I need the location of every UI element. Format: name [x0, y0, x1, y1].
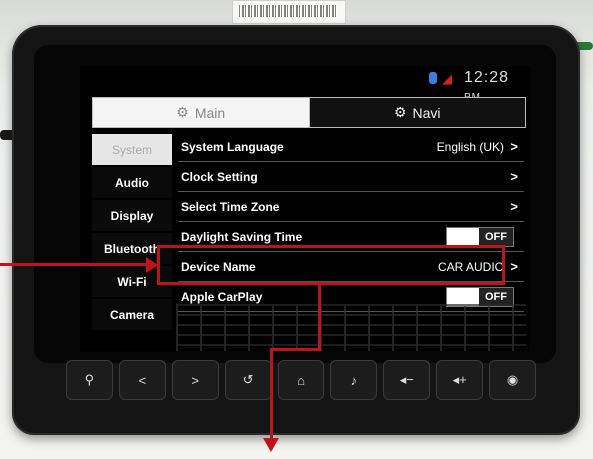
volume-up-button[interactable]: ◂+	[436, 360, 484, 400]
bluetooth-icon	[429, 72, 437, 84]
back-button[interactable]: ↺	[224, 360, 272, 400]
annotation-line	[270, 348, 273, 440]
power-button[interactable]: ◉	[489, 360, 537, 400]
setting-label: Daylight Saving Time	[181, 229, 303, 244]
power-icon: ◉	[506, 372, 519, 387]
setting-label: Select Time Zone	[181, 199, 280, 214]
settings-sidebar: System Audio Display Bluetooth Wi-Fi Cam…	[92, 134, 172, 332]
home-icon: ⌂	[297, 372, 305, 388]
sidebar-item-label: System	[111, 142, 152, 157]
volume-up-icon: ◂+	[452, 372, 467, 387]
volume-down-button[interactable]: ◂−	[383, 360, 431, 400]
setting-clock[interactable]: Clock Setting >	[178, 162, 524, 192]
chevron-right-icon: >	[510, 259, 518, 274]
back-icon: ↺	[242, 372, 254, 387]
sidebar-item-audio[interactable]: Audio	[92, 167, 172, 198]
tab-bar: ⚙ Main ⚙ Navi	[92, 97, 526, 128]
prev-button[interactable]: <	[118, 360, 166, 400]
chevron-right-icon: >	[510, 139, 518, 154]
setting-label: Apple CarPlay	[181, 289, 263, 304]
status-bar: ◢ 12:28 PM	[80, 66, 530, 103]
next-button[interactable]: >	[171, 360, 219, 400]
next-icon: >	[191, 372, 200, 388]
signal-alert-icon: ◢	[442, 71, 452, 86]
sidebar-item-display[interactable]: Display	[92, 200, 172, 231]
setting-value: English (UK)	[436, 139, 504, 154]
toggle-off-label: OFF	[479, 288, 513, 306]
carplay-toggle[interactable]: OFF	[446, 287, 514, 307]
music-icon: ♪	[350, 372, 358, 388]
annotation-arrow-right-icon	[146, 257, 158, 273]
map-pin-button[interactable]: ⚲	[66, 360, 113, 400]
display-screen: ◢ 12:28 PM ⚙ Main ⚙ Navi System Audio Di…	[80, 66, 530, 351]
annotation-line	[318, 285, 321, 350]
chevron-right-icon: >	[510, 199, 518, 214]
setting-time-zone[interactable]: Select Time Zone >	[178, 192, 524, 222]
sidebar-item-camera[interactable]: Camera	[92, 299, 172, 330]
annotation-arrow-shaft	[0, 263, 150, 266]
gear-icon: ⚙	[393, 104, 407, 120]
barcode-sticker	[232, 0, 346, 24]
prev-icon: <	[138, 372, 147, 388]
setting-system-language[interactable]: System Language English (UK) >	[178, 132, 524, 162]
volume-down-icon: ◂−	[399, 372, 414, 387]
tab-navi[interactable]: ⚙ Navi	[308, 98, 525, 127]
sidebar-item-label: Camera	[109, 307, 155, 322]
tab-main-label: Main	[194, 104, 226, 121]
setting-apple-carplay: Apple CarPlay OFF	[178, 282, 524, 312]
sidebar-item-system[interactable]: System	[92, 134, 172, 165]
sidebar-item-label: Audio	[115, 175, 149, 190]
music-button[interactable]: ♪	[330, 360, 378, 400]
gear-icon: ⚙	[176, 104, 189, 120]
tab-navi-label: Navi	[412, 104, 441, 121]
annotation-arrow-down-icon	[263, 438, 279, 452]
map-pin-icon: ⚲	[84, 372, 95, 387]
sidebar-item-label: Bluetooth	[104, 241, 160, 256]
device-name-highlight-box	[157, 245, 505, 285]
sidebar-item-label: Wi-Fi	[117, 274, 147, 289]
chevron-right-icon: >	[510, 169, 518, 184]
settings-list: System Language English (UK) > Clock Set…	[178, 132, 524, 312]
setting-label: System Language	[181, 139, 284, 154]
daylight-saving-toggle[interactable]: OFF	[446, 227, 514, 247]
sidebar-item-label: Display	[110, 208, 154, 223]
toggle-off-label: OFF	[479, 228, 513, 246]
annotation-line	[270, 348, 321, 351]
tab-main[interactable]: ⚙ Main	[93, 98, 309, 127]
hardware-button-bar: ⚲ < > ↺ ⌂ ♪ ◂− ◂+ ◉	[66, 360, 537, 400]
home-button[interactable]: ⌂	[277, 360, 325, 400]
setting-label: Clock Setting	[181, 169, 258, 184]
